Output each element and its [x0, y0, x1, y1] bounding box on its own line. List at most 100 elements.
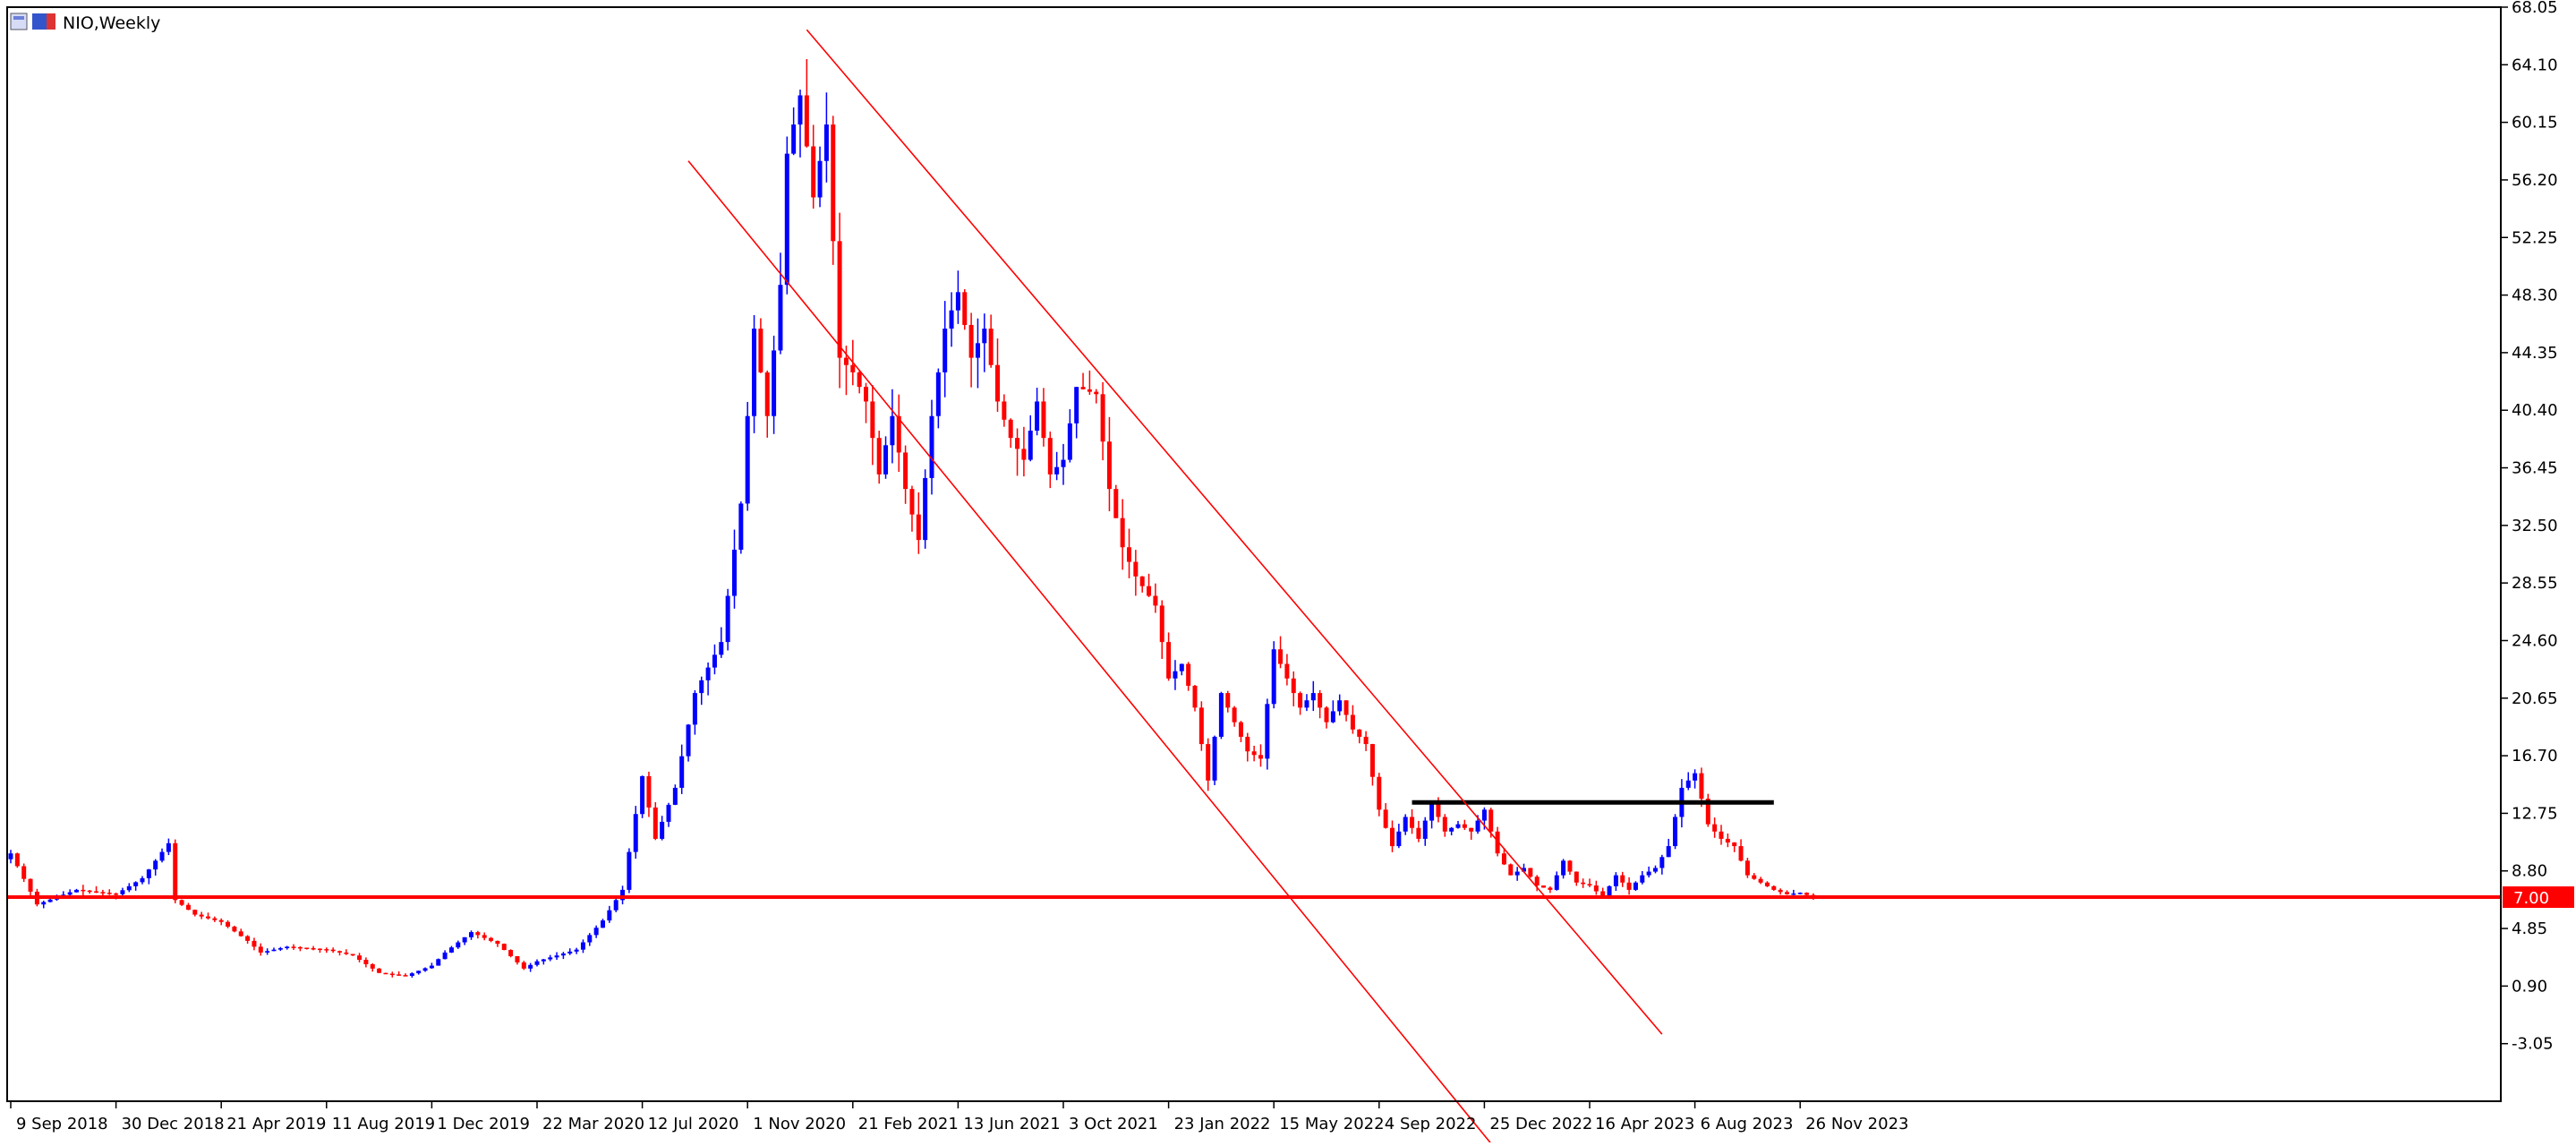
candle-body	[1159, 605, 1164, 643]
candle-body	[126, 885, 132, 891]
candle-body	[1251, 751, 1257, 756]
x-tick-label: 6 Aug 2023	[1701, 1115, 1794, 1133]
candle-body	[265, 951, 270, 953]
y-tick-label: 24.60	[2512, 631, 2558, 650]
candle-body	[14, 853, 20, 867]
candle-body	[1732, 842, 1737, 847]
candle-body	[955, 292, 960, 311]
candle-body	[508, 950, 514, 956]
candle-body	[521, 962, 526, 969]
candle-body	[764, 372, 770, 416]
candle-body	[712, 654, 717, 668]
x-tick-label: 12 Jul 2020	[648, 1115, 739, 1133]
candle-body	[192, 910, 198, 915]
candle-body	[1548, 887, 1553, 890]
candle-body	[291, 946, 296, 948]
candle-body	[601, 920, 605, 928]
candle-body	[823, 124, 829, 161]
candle-body	[968, 324, 974, 358]
candle-body	[1291, 678, 1296, 694]
candle-body	[1475, 820, 1480, 832]
candle-body	[377, 968, 382, 973]
candle-body	[232, 927, 237, 932]
candle-body	[475, 932, 481, 936]
candle-body	[857, 372, 862, 388]
candle-body	[1258, 755, 1263, 759]
candle-body	[1567, 860, 1573, 872]
candle-body	[252, 940, 257, 947]
candle-body	[482, 935, 487, 938]
x-tick-label: 3 Oct 2021	[1069, 1115, 1158, 1133]
candle-body	[1198, 707, 1204, 745]
candle-body	[1455, 824, 1461, 828]
candle-body	[238, 931, 243, 936]
candle-body	[1120, 517, 1125, 548]
candle-body	[1061, 459, 1066, 467]
candle-body	[672, 787, 678, 805]
candle-body	[100, 892, 106, 894]
candle-body	[692, 693, 697, 725]
candle-body	[1166, 642, 1172, 679]
candle-body	[350, 954, 355, 956]
channel-upper-line[interactable]	[806, 29, 1663, 1035]
x-tick-label: 25 Dec 2022	[1489, 1115, 1592, 1133]
candle-body	[679, 756, 685, 788]
channel-lower-line[interactable]	[687, 160, 1504, 1146]
candle-body	[1666, 846, 1671, 858]
candle-body	[1232, 707, 1237, 723]
candle-body	[285, 946, 290, 949]
candle-body	[297, 946, 303, 949]
y-tick-label: 48.30	[2512, 286, 2558, 305]
candle-body	[94, 891, 99, 894]
candle-body	[1422, 820, 1428, 839]
candle-body	[1488, 809, 1494, 832]
candle-body	[646, 775, 652, 808]
candle-body	[975, 343, 980, 358]
candle-body	[1054, 466, 1060, 475]
candle-body	[798, 95, 803, 125]
x-tick-label: 9 Sep 2018	[16, 1115, 108, 1133]
candle-body	[370, 963, 375, 969]
candle-body	[1074, 387, 1079, 423]
candle-body	[436, 959, 441, 966]
candle-body	[1284, 663, 1290, 679]
candle-body	[1752, 875, 1757, 879]
candle-body	[929, 415, 934, 478]
y-tick-label: 52.25	[2512, 228, 2558, 247]
candle-body	[28, 878, 33, 892]
candle-body	[843, 357, 849, 365]
candle-body	[995, 364, 1000, 402]
candle-body	[81, 889, 86, 892]
candle-body	[515, 955, 520, 962]
candle-body	[397, 974, 402, 976]
candle-body	[949, 310, 954, 329]
candle-body	[1587, 884, 1592, 886]
candle-body	[179, 900, 184, 905]
candle-body	[1613, 875, 1618, 886]
candle-body	[363, 960, 369, 964]
candle-body	[1785, 892, 1789, 894]
candle-body	[1015, 438, 1020, 449]
candlestick-chart[interactable]: 7.00 68.05 64.10 60.15 56.20 52.25 48.30 44.35…	[0, 0, 2576, 1146]
candle-body	[541, 959, 546, 962]
candle-body	[1712, 824, 1718, 832]
candle-body	[1403, 817, 1408, 832]
candle-body	[1350, 714, 1355, 730]
candle-body	[1561, 860, 1566, 876]
candle-body	[640, 775, 645, 815]
candle-body	[199, 914, 204, 917]
candle-body	[876, 438, 882, 475]
time-axis[interactable]: 9 Sep 2018 30 Dec 2018 21 Apr 2019 11 Aug 2…	[10, 1101, 1908, 1133]
candle-body	[837, 241, 842, 358]
candle-body	[448, 947, 454, 953]
y-tick-label: 40.40	[2512, 401, 2558, 420]
candle-body	[271, 949, 277, 952]
candle-body	[311, 948, 316, 950]
candle-body	[633, 814, 638, 852]
y-tick-label: 44.35	[2512, 344, 2558, 363]
candle-body	[1653, 868, 1658, 872]
candle-body	[653, 807, 658, 839]
candle-body	[705, 667, 711, 680]
y-tick-label: 32.50	[2512, 517, 2558, 535]
candle-body	[758, 329, 763, 372]
